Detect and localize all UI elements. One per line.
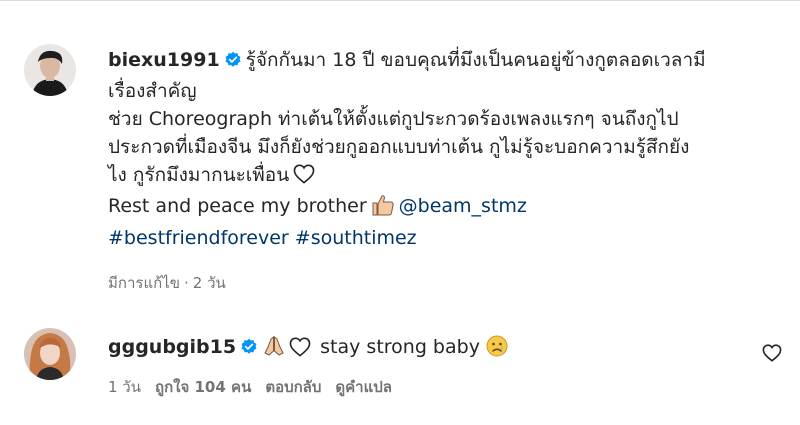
comment-body: gggubgib15 stay strong baby <box>108 333 511 365</box>
comment-text-line-3: ช่วย Choreograph ท่าเต้นให้ตั้งแต่กูประก… <box>108 108 679 130</box>
meta-separator: · <box>184 274 189 292</box>
timestamp[interactable]: 1 วัน <box>108 378 141 396</box>
heart-outline-icon <box>289 337 311 365</box>
mention-link[interactable]: @beam_stmz <box>399 195 527 217</box>
comment-first-line: biexu1991 รู้จักกันมา 18 ปี ขอบคุณที่มึงเ… <box>108 46 768 77</box>
reply-button[interactable]: ตอบกลับ <box>265 378 321 396</box>
comment-meta: มีการแก้ไข · 2 วัน <box>108 271 240 295</box>
folded-hands-emoji <box>262 335 286 365</box>
heart-outline-icon <box>762 344 782 362</box>
verified-badge-icon <box>224 49 242 77</box>
like-button[interactable] <box>762 344 782 364</box>
comment-text-line-5-wrap: ไง กูรักมึงมากนะเพื่อน <box>108 161 768 192</box>
comment-text: stay strong baby <box>320 336 480 358</box>
comment-text-line-2: เรื่องสำคัญ <box>108 80 197 102</box>
heart-outline-icon <box>293 164 315 192</box>
comment-text-line-1: รู้จักกันมา 18 ปี ขอบคุณที่มึงเป็นคนอยู่… <box>245 49 706 71</box>
verified-badge-icon <box>240 336 258 364</box>
comment-text-line-5: ไง กูรักมึงมากนะเพื่อน <box>108 164 290 186</box>
sad-face-emoji <box>486 335 508 365</box>
hashtags-line: #bestfriendforever #southtimez <box>108 224 768 252</box>
likes-count-button[interactable]: ถูกใจ 104 คน <box>155 378 251 396</box>
rest-line: Rest and peace my brother @beam_stmz <box>108 192 768 224</box>
see-translation-button[interactable]: ดูคำแปล <box>335 378 392 396</box>
hashtag-link[interactable]: #bestfriendforever <box>108 227 289 249</box>
divider <box>0 0 800 1</box>
avatar[interactable] <box>24 44 76 96</box>
timestamp[interactable]: 2 วัน <box>193 274 226 292</box>
rest-text: Rest and peace my brother <box>108 195 367 217</box>
avatar[interactable] <box>24 328 76 380</box>
edited-label: มีการแก้ไข <box>108 274 180 292</box>
username[interactable]: biexu1991 <box>108 49 220 71</box>
username[interactable]: gggubgib15 <box>108 336 236 358</box>
thumbs-up-emoji <box>371 194 395 224</box>
comment-body: biexu1991 รู้จักกันมา 18 ปี ขอบคุณที่มึงเ… <box>108 46 768 252</box>
comment-meta: 1 วัน ถูกใจ 104 คน ตอบกลับ ดูคำแปล <box>108 375 406 399</box>
comment-text-line-4: ประกวดที่เมืองจีน มึงก็ยังช่วยกูออกแบบท่… <box>108 136 690 158</box>
hashtag-link[interactable]: #southtimez <box>295 227 417 249</box>
comments-panel: biexu1991 รู้จักกันมา 18 ปี ขอบคุณที่มึงเ… <box>0 0 800 425</box>
